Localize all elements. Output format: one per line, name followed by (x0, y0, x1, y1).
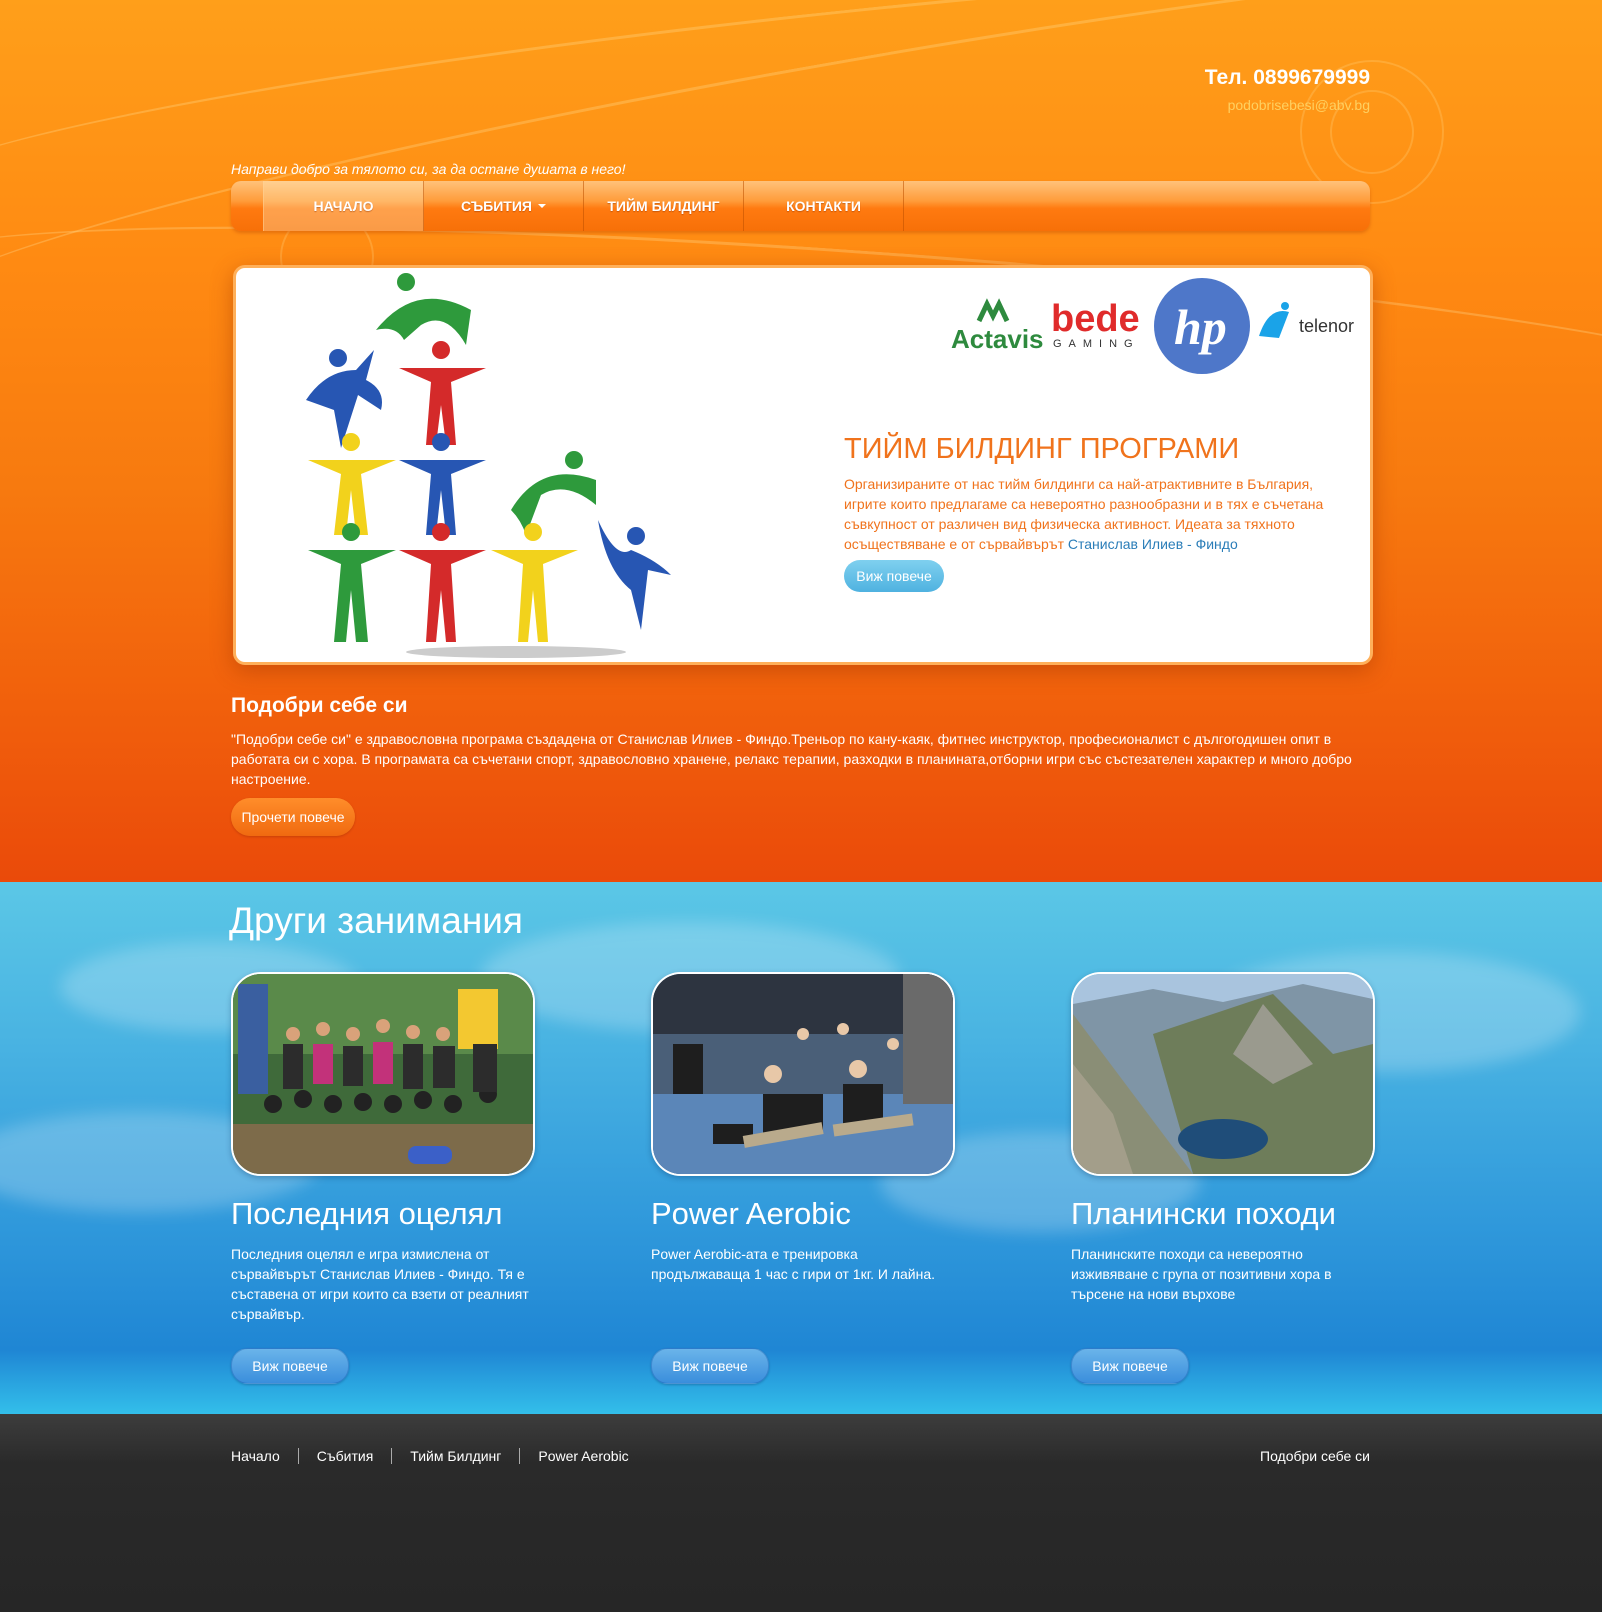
author-link[interactable]: Станислав Илиев - Финдо (1068, 536, 1238, 552)
footer-brand[interactable]: Подобри себе си (1260, 1448, 1370, 1464)
top-section: Тел. 0899679999 podobrisebesi@abv.bg Нап… (0, 0, 1602, 882)
card-title: Последния оцелял (231, 1196, 503, 1231)
footer-link-power-aerobic[interactable]: Power Aerobic (538, 1448, 628, 1464)
svg-text:bede: bede (1051, 298, 1140, 340)
hero-banner: Actavis bede GAMING hp telenor ТИЙМ БИЛД… (233, 265, 1373, 665)
hiking-more-button[interactable]: Виж повече (1071, 1348, 1189, 1384)
footer-nav: Начало Събития Тийм Билдинг Power Aerobi… (231, 1448, 629, 1464)
activity-card-survivor: Последния оцелял Последния оцелял е игра… (231, 972, 535, 1324)
email-link[interactable]: podobrisebesi@abv.bg (1228, 97, 1370, 113)
survivor-photo[interactable] (231, 972, 535, 1176)
page: Тел. 0899679999 podobrisebesi@abv.bg Нап… (0, 0, 1602, 1612)
footer-separator (391, 1448, 393, 1464)
intro-text: "Подобри себе си" е здравословна програм… (231, 731, 1352, 787)
card-text: Планинските походи са невероятно изживяв… (1071, 1246, 1332, 1302)
nav-item-events[interactable]: СЪБИТИЯ (424, 181, 584, 231)
partner-logos-image: Actavis bede GAMING hp telenor (951, 278, 1354, 374)
footer-separator (297, 1448, 299, 1464)
nav-item-label: ТИЙМ БИЛДИНГ (607, 198, 720, 214)
activities-title: Други занимания (229, 900, 523, 941)
svg-text:hp: hp (1174, 299, 1227, 355)
phone-number: Тел. 0899679999 (1204, 66, 1370, 89)
aerobic-more-button[interactable]: Виж повече (651, 1348, 769, 1384)
intro-title: Подобри себе си (231, 694, 408, 717)
caret-down-icon (537, 204, 546, 208)
footer-link-events[interactable]: Събития (317, 1448, 374, 1464)
activities-section: Други занимания Последния оцелял Последн (0, 882, 1602, 1414)
survivor-more-button[interactable]: Виж повече (231, 1348, 349, 1384)
svg-text:telenor: telenor (1299, 316, 1354, 336)
card-title: Power Aerobic (651, 1196, 851, 1231)
hero-title: ТИЙМ БИЛДИНГ ПРОГРАМИ (844, 433, 1240, 465)
card-text: Power Aerobic-ата е тренировка продължав… (651, 1246, 935, 1282)
footer-link-team-building[interactable]: Тийм Билдинг (410, 1448, 501, 1464)
footer: Начало Събития Тийм Билдинг Power Aerobi… (0, 1414, 1602, 1612)
nav-item-home[interactable]: НАЧАЛО (263, 181, 424, 231)
card-title: Планински походи (1071, 1196, 1336, 1231)
footer-link-home[interactable]: Начало (231, 1448, 280, 1464)
footer-separator (519, 1448, 521, 1464)
read-more-button[interactable]: Прочети повече (231, 798, 355, 836)
nav-item-label: НАЧАЛО (313, 198, 374, 214)
partner-logos: Actavis bede GAMING hp telenor (949, 276, 1364, 376)
nav-item-label: КОНТАКТИ (786, 198, 861, 214)
main-nav: НАЧАЛО СЪБИТИЯ ТИЙМ БИЛДИНГ КОНТАКТИ (231, 181, 1370, 231)
nav-item-label: СЪБИТИЯ (461, 198, 532, 214)
activity-card-aerobic: Power Aerobic Power Aerobic-ата е тренир… (651, 972, 955, 1284)
hiking-photo[interactable] (1071, 972, 1375, 1176)
svg-text:GAMING: GAMING (1053, 338, 1140, 350)
tagline: Направи добро за тялото си, за да остане… (231, 161, 626, 177)
activity-card-hiking: Планински походи Планинските походи са н… (1071, 972, 1375, 1304)
hero-more-button[interactable]: Виж повече (844, 560, 944, 592)
aerobic-photo[interactable] (651, 972, 955, 1176)
team-pyramid-illustration (306, 273, 671, 658)
svg-text:Actavis: Actavis (951, 324, 1044, 354)
nav-item-team-building[interactable]: ТИЙМ БИЛДИНГ (584, 181, 744, 231)
card-text: Последния оцелял е игра измислена от сър… (231, 1246, 529, 1322)
nav-item-contacts[interactable]: КОНТАКТИ (744, 181, 904, 231)
hero-description: Организираните от нас тийм билдинги са н… (844, 474, 1324, 554)
